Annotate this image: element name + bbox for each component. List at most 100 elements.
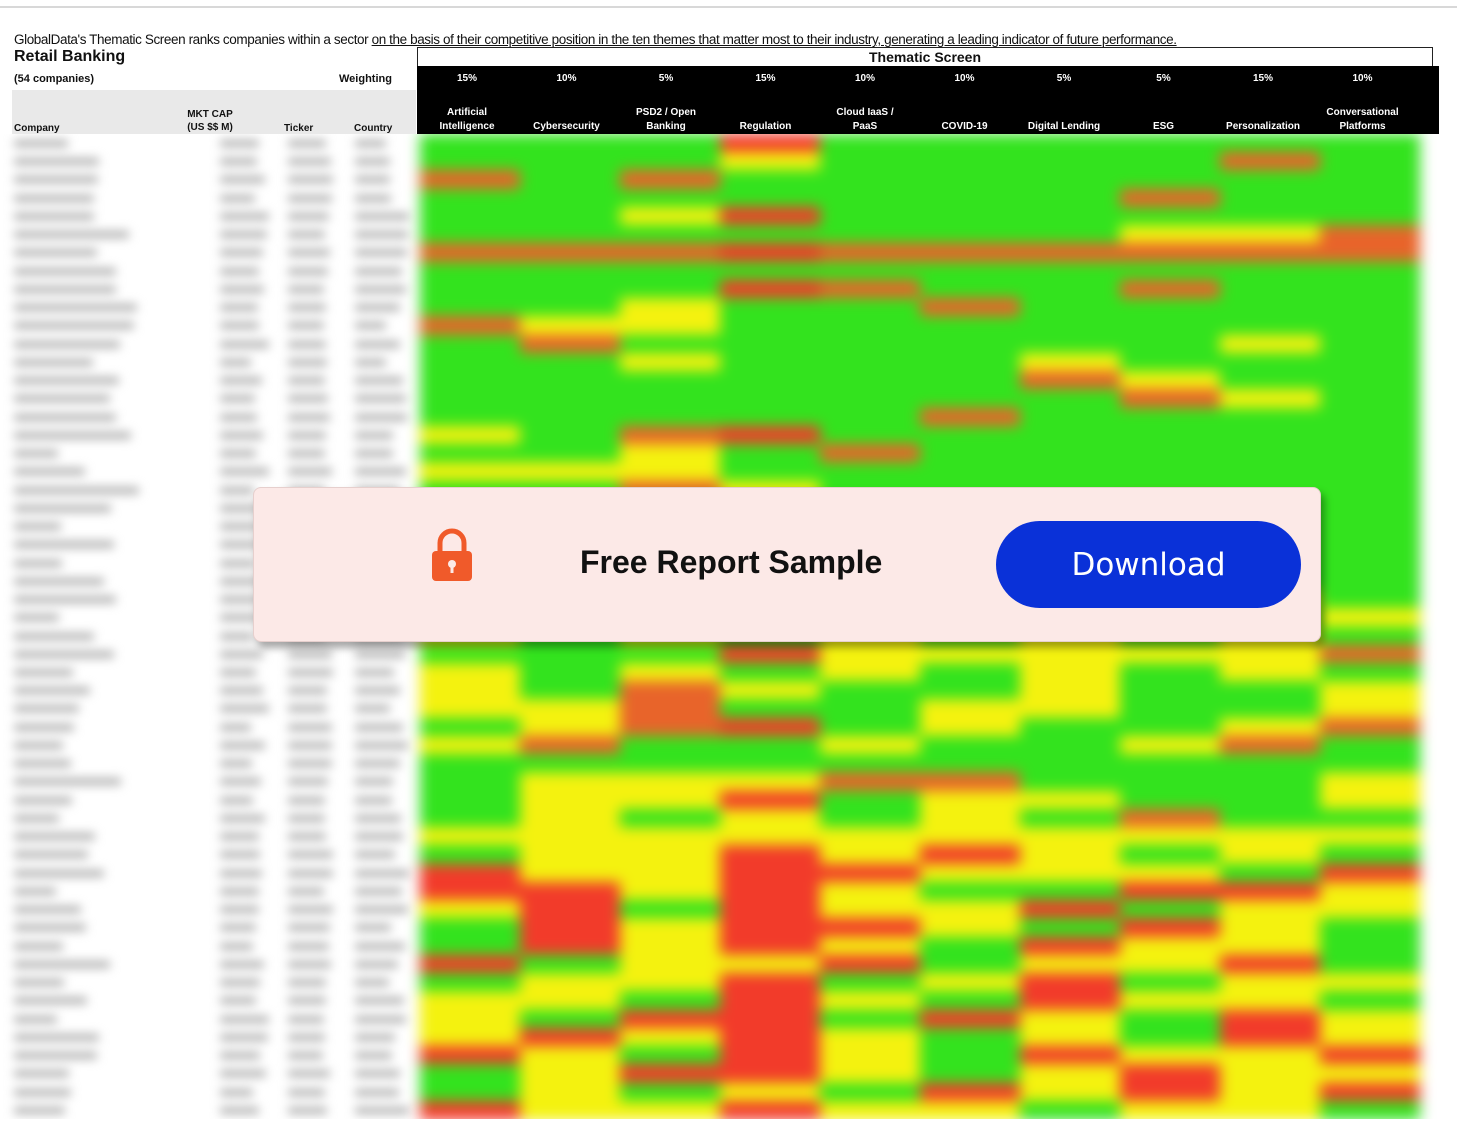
heat-cell [1020,407,1120,427]
blurred-cell-text [14,705,80,713]
heat-cell [820,662,920,683]
heat-cell [820,845,920,865]
blurred-cell-text [220,413,258,421]
heat-cell [520,827,620,847]
heat-cell [1320,170,1420,190]
blurred-cell-text [14,906,81,914]
heat-cell [1320,735,1420,756]
heat-cell [820,188,920,208]
top-divider [0,0,1457,8]
heat-cell [1020,754,1120,774]
heat-cell [420,754,520,774]
heat-cell [920,407,1020,427]
heat-cell [520,662,620,683]
heat-cell [620,918,720,938]
heat-cell [1020,954,1120,975]
heat-cell [720,1082,820,1102]
theme-header-2: 5% PSD2 / Open Banking [616,66,716,134]
blurred-cell-text [288,340,327,348]
heat-cell [520,1046,620,1066]
theme-name: Conversational Platforms [1313,106,1413,134]
blurred-cell-text [355,887,402,895]
blurred-cell-text [355,212,410,220]
heat-cell [720,717,820,737]
heat-cell [1220,754,1320,774]
blurred-cell-text [220,887,259,895]
heat-cell [420,316,520,336]
heat-cell [620,1100,720,1119]
heat-cell [1120,754,1220,774]
heat-cell [1320,1027,1420,1048]
heat-cell [1120,954,1220,975]
thematic-screen-banner: Thematic Screen [417,47,1433,66]
blurred-cell-text [288,942,329,950]
blurred-cell-text [288,194,332,202]
intro-text-b: on the basis of their competitive positi… [371,32,1177,47]
blurred-cell-text [220,833,260,841]
heat-cell [1220,462,1320,482]
heat-cell [920,279,1020,300]
heat-cell [620,772,720,792]
heat-cell [1320,717,1420,737]
heat-cell [520,1027,620,1048]
blurred-cell-text [220,377,263,385]
blurred-cell-text [288,249,330,257]
blurred-cell-text [220,997,257,1005]
blurred-cell-text [355,285,406,293]
heat-cell [1020,444,1120,464]
heat-cell [420,407,520,427]
heat-cell [820,936,920,956]
heat-cell [920,662,1020,683]
heat-cell [820,735,920,756]
heat-cell [1320,863,1420,883]
heat-cell [720,991,820,1011]
heat-cell [1020,279,1120,300]
blurred-cell-text [355,450,393,458]
theme-name: Artificial Intelligence [417,106,517,134]
heat-cell [920,863,1020,883]
heat-cell [920,389,1020,409]
heat-cell [720,808,820,829]
blurred-cell-text [14,741,63,749]
heat-cell [1220,918,1320,938]
company-count: (54 companies) [14,73,95,85]
heat-cell [1320,900,1420,920]
heat-cell [1220,352,1320,373]
free-sample-card: Free Report Sample Download [253,487,1321,642]
blurred-cell-text [355,723,404,731]
heat-cell [1020,170,1120,190]
col-mkt-cap: MKT CAP (US $$ M) [172,108,248,134]
heat-cell [420,772,520,792]
heat-cell [520,900,620,920]
blurred-cell-text [355,760,401,768]
heat-cell [620,225,720,245]
theme-name-line1: PSD2 / Open [635,107,696,118]
heat-cell [1320,918,1420,938]
heat-cell [920,134,1020,154]
heat-cell [520,735,620,756]
blurred-cell-text [288,979,326,987]
blurred-cell-text [220,1015,270,1023]
blurred-cell-text [220,1070,267,1078]
heat-cell [620,991,720,1011]
heat-cell [1120,662,1220,683]
blurred-cell-text [355,851,396,859]
heat-cell [1120,261,1220,281]
heat-cell [520,717,620,737]
heat-cell [1320,462,1420,482]
blurred-cell-text [355,413,408,421]
heat-cell [1220,298,1320,318]
heat-cell [1220,389,1320,409]
blurred-cell-text [220,340,269,348]
theme-name-line1: Cloud IaaS / [836,107,894,118]
theme-name: Regulation [716,120,816,134]
download-button[interactable]: Download [996,521,1301,608]
heat-cell [420,827,520,847]
heat-cell [1020,790,1120,810]
heat-cell [1320,134,1420,154]
heat-cell [820,225,920,245]
heat-cell [1020,261,1120,281]
blurred-cell-text [14,796,72,804]
heat-cell [720,900,820,920]
blurred-cell-text [14,450,58,458]
